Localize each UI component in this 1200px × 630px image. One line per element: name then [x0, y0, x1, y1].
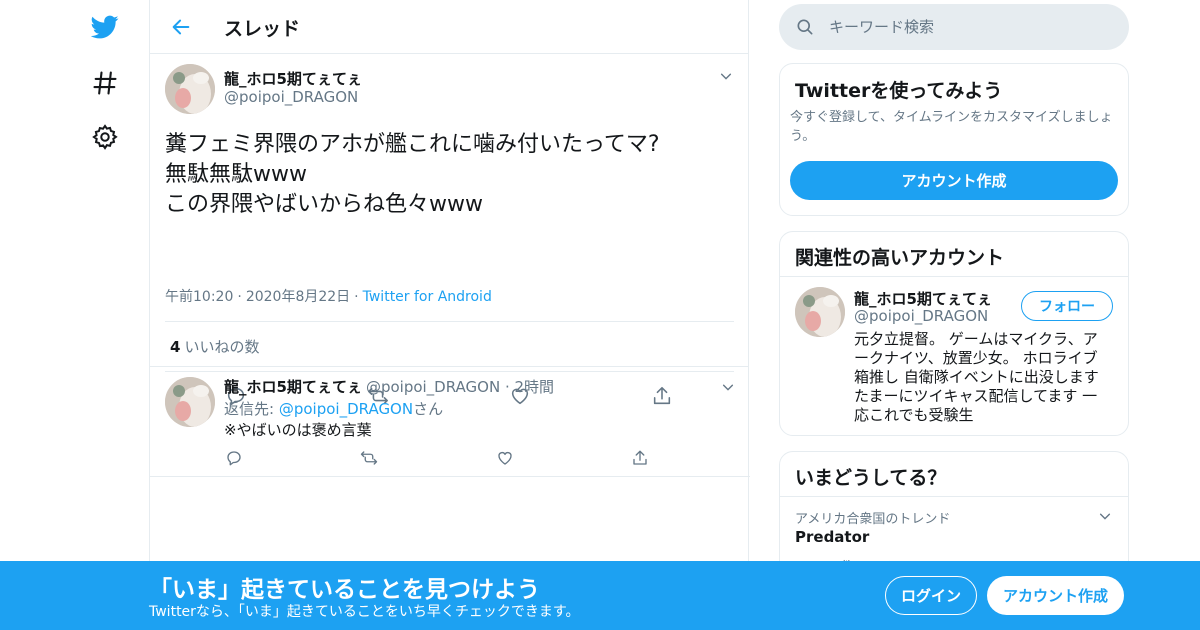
reply-header: 龍_ホロ5期てぇてぇ @poipoi_DRAGON · 2時間	[224, 376, 554, 397]
divider	[165, 321, 734, 322]
signup-card-title: Twitterを使ってみよう	[795, 80, 1003, 102]
separator-dot: ·	[500, 378, 515, 396]
tweet-date[interactable]: 2020年8月22日	[246, 289, 350, 305]
tweet-text-line: 糞フェミ界隈のアホが艦これに噛み付いたってマ?	[165, 132, 660, 157]
login-button[interactable]: ログイン	[885, 576, 977, 615]
left-nav	[0, 0, 150, 630]
avatar[interactable]	[795, 287, 845, 337]
author-handle[interactable]: @poipoi_DRAGON	[366, 378, 500, 396]
share-icon[interactable]	[627, 445, 653, 471]
retweet-icon[interactable]	[356, 445, 382, 471]
hashtag-icon[interactable]	[88, 66, 122, 100]
replying-suffix: さん	[413, 400, 444, 418]
divider	[780, 276, 1128, 277]
tweet-meta: 午前10:20 · 2020年8月22日 · Twitter for Android	[165, 286, 492, 306]
replying-label: 返信先:	[224, 400, 275, 418]
author-handle[interactable]: @poipoi_DRAGON	[224, 88, 358, 106]
thread-header: スレッド	[150, 0, 748, 54]
avatar[interactable]	[165, 377, 215, 427]
related-account-bio: 元夕立提督。 ゲームはマイクラ、アークナイツ、放置少女。 ホロライブ箱推し 自衛…	[854, 330, 1099, 424]
search-input[interactable]	[829, 4, 1119, 50]
gear-icon[interactable]	[88, 120, 122, 154]
divider	[780, 496, 1128, 497]
signup-button[interactable]: アカウント作成	[987, 576, 1124, 615]
related-card-title: 関連性の高いアカウント	[795, 247, 1005, 269]
tweet-text-line: 無駄無駄www	[165, 162, 307, 187]
page: スレッド 龍_ホロ5期てぇてぇ @poipoi_DRAGON 糞フェミ界隈のアホ…	[0, 0, 1200, 630]
banner-subtitle: Twitterなら、「いま」起きていることをいち早くチェックできます。	[149, 604, 580, 620]
search-icon	[795, 17, 815, 37]
tweet-text-line: この界隈やばいからね色々www	[165, 192, 483, 217]
replying-to-link[interactable]: @poipoi_DRAGON	[279, 400, 413, 418]
author-name[interactable]: 龍_ホロ5期てぇてぇ	[224, 378, 362, 396]
related-account-name[interactable]: 龍_ホロ5期てぇてぇ	[854, 288, 992, 309]
related-account-handle[interactable]: @poipoi_DRAGON	[854, 307, 988, 325]
main-column: スレッド 龍_ホロ5期てぇてぇ @poipoi_DRAGON 糞フェミ界隈のアホ…	[149, 0, 750, 630]
chevron-down-icon[interactable]	[1097, 508, 1113, 524]
create-account-button[interactable]: アカウント作成	[790, 161, 1118, 200]
separator-dot: ·	[354, 289, 359, 305]
login-banner: 「いま」起きていることを見つけよう Twitterなら、「いま」起きていることを…	[0, 561, 1200, 630]
likes-count: 4	[170, 338, 181, 356]
reply-time[interactable]: 2時間	[515, 378, 555, 396]
arrow-left-icon[interactable]	[168, 14, 194, 40]
likes-stat[interactable]: 4 いいねの数	[170, 336, 259, 357]
chevron-down-icon[interactable]	[720, 379, 736, 395]
tweet-text: 糞フェミ界隈のアホが艦これに噛み付いたってマ? 無駄無駄www この界隈やばいか…	[165, 130, 725, 220]
like-icon[interactable]	[492, 445, 518, 471]
likes-label: いいねの数	[184, 338, 260, 356]
chevron-down-icon[interactable]	[718, 68, 734, 84]
page-title: スレッド	[224, 18, 301, 40]
banner-title: 「いま」起きていることを見つけよう	[149, 577, 540, 603]
replying-to: 返信先: @poipoi_DRAGONさん	[224, 398, 443, 419]
follow-button[interactable]: フォロー	[1021, 291, 1113, 321]
signup-card: Twitterを使ってみよう 今すぐ登録して、タイムラインをカスタマイズしましょ…	[779, 63, 1129, 216]
trends-card-title: いまどうしてる？	[795, 467, 947, 489]
separator-dot: ·	[237, 289, 242, 305]
reply-text: ※やばいのは褒め言葉	[224, 421, 372, 439]
signup-card-description: 今すぐ登録して、タイムラインをカスタマイズしましょう。	[790, 110, 1113, 144]
search-box	[779, 4, 1129, 50]
main-tweet: 龍_ホロ5期てぇてぇ @poipoi_DRAGON 糞フェミ界隈のアホが艦これに…	[150, 54, 748, 406]
reply-tweet[interactable]: 龍_ホロ5期てぇてぇ @poipoi_DRAGON · 2時間 返信先: @poi…	[150, 367, 750, 477]
trend-item[interactable]: Predator	[795, 528, 869, 546]
trend-location: アメリカ合衆国のトレンド	[795, 512, 951, 527]
reply-icon[interactable]	[221, 445, 247, 471]
twitter-bird-icon[interactable]	[88, 10, 122, 44]
related-accounts-card: 関連性の高いアカウント 龍_ホロ5期てぇてぇ @poipoi_DRAGON フォ…	[779, 231, 1129, 436]
tweet-time[interactable]: 午前10:20	[165, 289, 233, 305]
tweet-source[interactable]: Twitter for Android	[363, 289, 492, 305]
reply-actions	[150, 445, 750, 471]
avatar[interactable]	[165, 64, 215, 114]
author-name[interactable]: 龍_ホロ5期てぇてぇ	[224, 68, 362, 89]
